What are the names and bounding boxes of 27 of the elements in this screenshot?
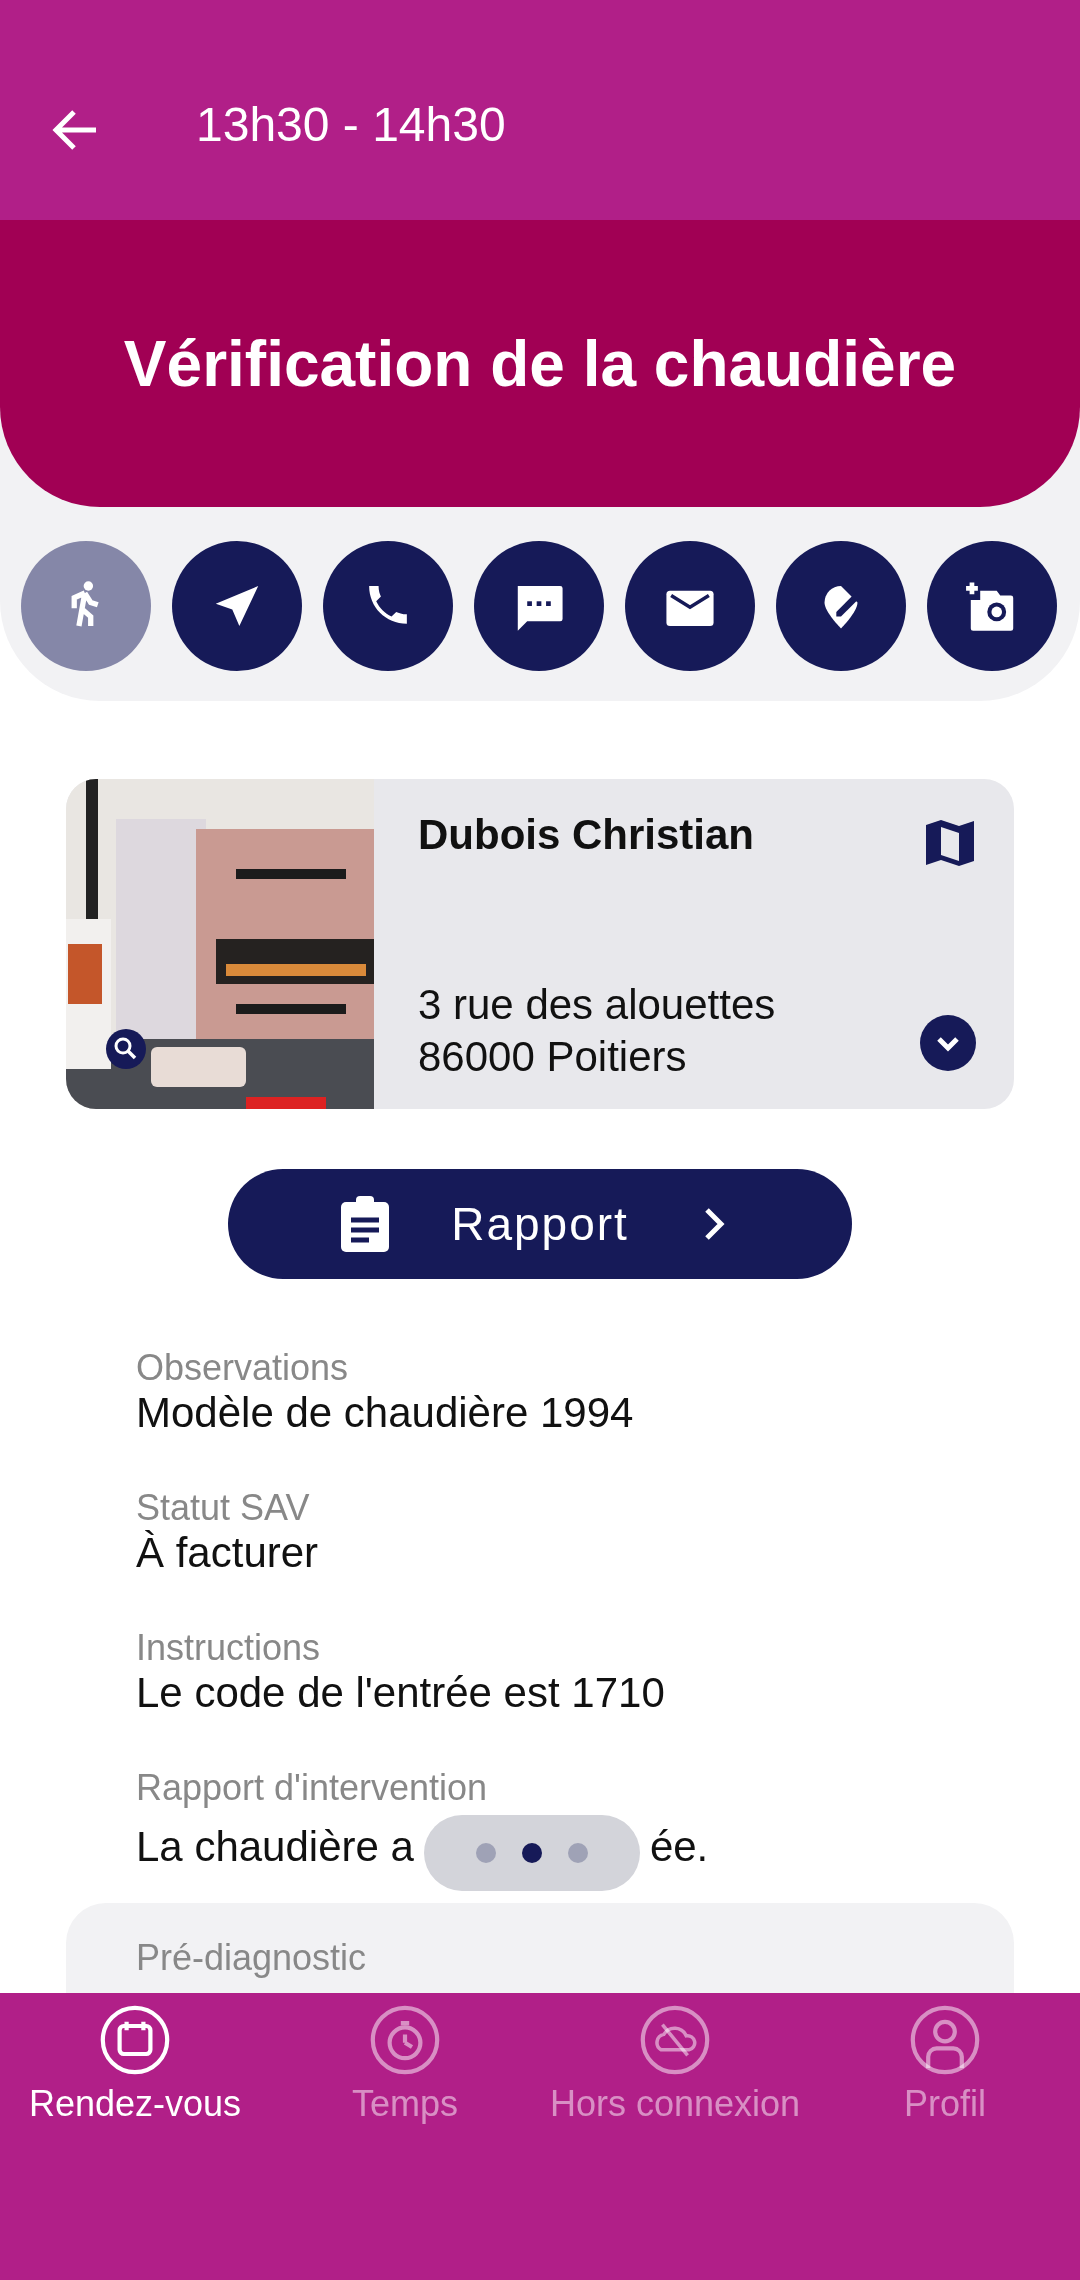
offline-icon	[640, 2005, 710, 2075]
appointment-title: Vérification de la chaudière	[123, 326, 957, 401]
field-label: Rapport d'intervention	[136, 1767, 489, 1809]
report-button[interactable]: Rapport	[228, 1169, 852, 1279]
field-label: Pré-diagnostic	[136, 1937, 367, 1978]
client-name: Dubois Christian	[418, 811, 755, 859]
nav-tab[interactable]: Hors connexion	[540, 2005, 810, 2280]
map-icon[interactable]	[924, 817, 976, 869]
expand-icon[interactable]	[920, 1015, 976, 1071]
field-label: Observations	[136, 1347, 350, 1389]
nav-tab[interactable]: Profil	[810, 2005, 1080, 2280]
field-value: Le code de l'entrée est 1710	[136, 1669, 665, 1717]
field-value: La chaudière a	[136, 1823, 414, 1871]
nav-tab[interactable]: Temps	[270, 2005, 540, 2280]
field-value: ée.	[649, 1823, 709, 1871]
field-value: À facturer	[136, 1529, 319, 1577]
search-icon[interactable]	[106, 1029, 146, 1069]
field-label: Statut SAV	[136, 1487, 311, 1529]
field-label: Instructions	[136, 1627, 322, 1669]
time-range: 13h30 - 14h30	[196, 97, 506, 152]
field-value: Modèle de chaudière 1994	[136, 1389, 634, 1437]
clipboard-icon	[339, 1196, 392, 1252]
profile-icon	[910, 2005, 980, 2075]
nav-tab[interactable]: Rendez-vous	[0, 2005, 270, 2280]
calendar-icon	[100, 2005, 170, 2075]
client-address: 3 rue des alouettes 86000 Poitiers	[418, 980, 776, 1082]
timer-icon	[370, 2005, 440, 2075]
